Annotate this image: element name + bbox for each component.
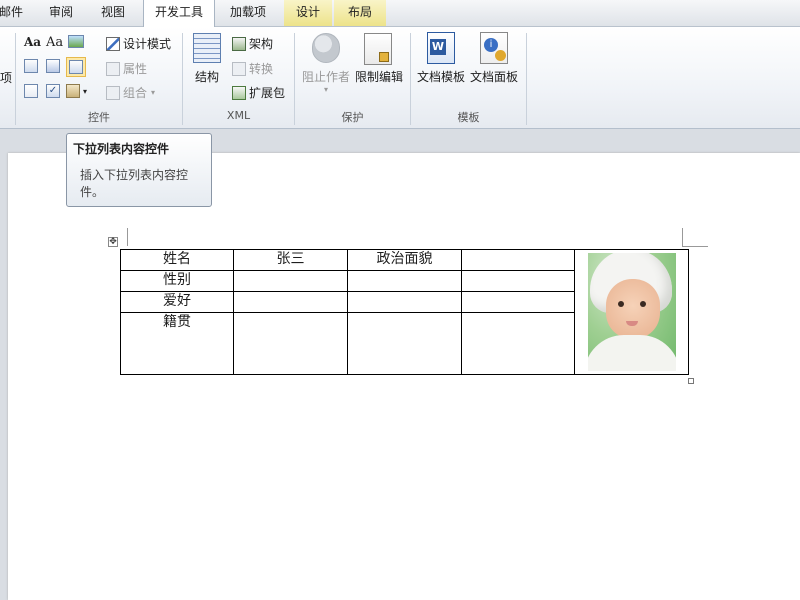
table-cell[interactable] (461, 249, 575, 271)
document-panel-icon[interactable]: i (480, 32, 508, 64)
legacy-tools-icon[interactable]: ▾ (66, 84, 87, 98)
group-divider (526, 33, 527, 125)
group-label-controls: 控件 (88, 111, 110, 124)
checkbox-control-icon[interactable]: ✓ (46, 84, 63, 98)
block-authors-button[interactable]: 阻止作者 (300, 68, 352, 85)
table-resize-handle[interactable] (688, 378, 694, 384)
restrict-editing-button[interactable]: 限制编辑 (353, 68, 405, 85)
table-row: 姓名 张三 政治面貌 (120, 249, 689, 375)
dropdown-list-control-button[interactable] (66, 57, 86, 77)
plain-text-control-icon[interactable]: Aa (46, 35, 63, 50)
margin-mark (127, 228, 128, 246)
table-cell[interactable] (461, 312, 575, 375)
structure-icon[interactable] (193, 33, 221, 63)
document-template-button[interactable]: 文档模板 (415, 68, 467, 85)
schema-button[interactable]: 架构 (232, 35, 273, 52)
table-cell[interactable]: 姓名 (120, 249, 234, 271)
dropdown-list-tooltip: 下拉列表内容控件 插入下拉列表内容控件。 (66, 133, 212, 207)
table-move-handle-icon[interactable]: ✥ (108, 237, 118, 247)
ribbon-tab-bar: 邮件 审阅 视图 开发工具 加载项 设计 布局 (0, 0, 800, 27)
properties-icon (106, 61, 120, 76)
table-cell[interactable]: 爱好 (120, 291, 234, 313)
table-cell[interactable] (347, 291, 462, 313)
table-cell[interactable] (347, 312, 462, 375)
schema-icon (232, 36, 246, 51)
gear-icon (495, 50, 506, 61)
info-icon: i (484, 38, 498, 52)
tab-mailings[interactable]: 邮件 (0, 0, 26, 26)
margin-mark (682, 246, 708, 247)
group-icon (106, 85, 120, 100)
photo-cell[interactable] (574, 249, 689, 375)
tab-table-layout[interactable]: 布局 (334, 0, 386, 26)
design-mode-button[interactable]: 设计模式 (106, 35, 171, 52)
info-table: 姓名 张三 政治面貌 性别 爱好 籍贯 (120, 249, 689, 375)
tab-developer[interactable]: 开发工具 (143, 0, 215, 27)
ribbon-partial-label: 项 (0, 71, 13, 85)
baby-photo (587, 253, 676, 371)
tooltip-title: 下拉列表内容控件 (73, 142, 170, 156)
document-panel-button[interactable]: 文档面板 (468, 68, 520, 85)
date-picker-icon[interactable] (24, 84, 41, 98)
table-cell[interactable] (461, 270, 575, 292)
table-cell[interactable] (347, 270, 462, 292)
group-button[interactable]: 组合 ▾ (106, 84, 155, 101)
block-authors-icon[interactable] (312, 33, 340, 63)
building-block-icon[interactable] (24, 59, 41, 73)
margin-mark (682, 228, 683, 246)
tab-table-design[interactable]: 设计 (284, 0, 332, 26)
transform-button[interactable]: 转换 (232, 60, 273, 77)
design-mode-icon (106, 36, 120, 51)
combo-box-icon[interactable] (46, 59, 63, 73)
table-cell[interactable] (233, 291, 348, 313)
table-cell[interactable]: 政治面貌 (347, 249, 462, 271)
properties-button[interactable]: 属性 (106, 60, 147, 77)
tooltip-description: 插入下拉列表内容控件。 (80, 168, 189, 199)
group-label-templates: 模板 (457, 111, 480, 124)
tab-view[interactable]: 视图 (90, 0, 136, 26)
expansion-pack-icon (232, 85, 246, 100)
picture-control-icon[interactable] (68, 35, 87, 48)
group-label-protect: 保护 (341, 111, 364, 124)
expansion-pack-button[interactable]: 扩展包 (232, 84, 285, 101)
lock-icon (379, 52, 389, 62)
table-cell[interactable] (233, 270, 348, 292)
block-authors-dropdown-icon[interactable]: ▾ (320, 85, 332, 94)
table-cell[interactable] (461, 291, 575, 313)
ribbon-developer: 项 Aa Aa ✓ ▾ 设计模式 属性 组合 ▾ 控件 结构 架构 转换 扩展包 … (0, 27, 800, 129)
group-label-xml: XML (226, 109, 251, 122)
document-template-icon[interactable]: W (427, 32, 455, 64)
restrict-editing-icon[interactable] (364, 33, 392, 65)
table-cell[interactable]: 张三 (233, 249, 348, 271)
transform-icon (232, 61, 246, 76)
table-cell[interactable]: 性别 (120, 270, 234, 292)
tab-review[interactable]: 审阅 (38, 0, 84, 26)
structure-button[interactable]: 结构 (186, 68, 228, 85)
table-cell[interactable] (233, 312, 348, 375)
rich-text-control-icon[interactable]: Aa (24, 35, 41, 49)
table-cell[interactable]: 籍贯 (120, 312, 234, 375)
word-logo-icon: W (430, 39, 446, 55)
document-page[interactable] (8, 153, 800, 600)
tab-addins[interactable]: 加载项 (221, 0, 275, 26)
